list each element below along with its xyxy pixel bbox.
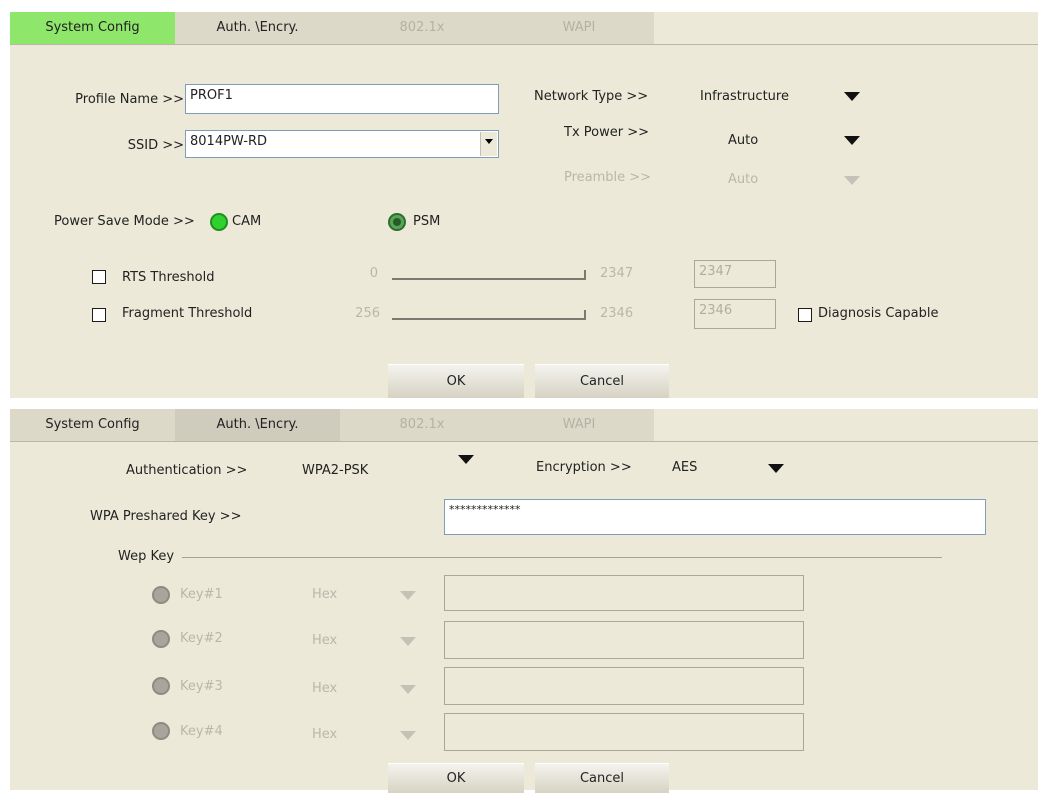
authentication-dropdown-icon[interactable] bbox=[458, 455, 474, 464]
authentication-value[interactable]: WPA2-PSK bbox=[302, 463, 368, 478]
network-type-dropdown-icon[interactable] bbox=[844, 92, 860, 101]
key2-format: Hex bbox=[312, 633, 338, 648]
rts-max-label: 2347 bbox=[600, 266, 634, 281]
diagnosis-capable-label: Diagnosis Capable bbox=[818, 306, 939, 321]
rts-min-label: 0 bbox=[369, 266, 378, 281]
rts-value-field: 2347 bbox=[694, 260, 776, 288]
psm-radio[interactable] bbox=[388, 213, 406, 231]
fragment-slider-track bbox=[392, 318, 584, 320]
tab-system-config[interactable]: System Config bbox=[10, 409, 175, 441]
tab-system-config[interactable]: System Config bbox=[10, 12, 175, 44]
preamble-value: Auto bbox=[728, 172, 759, 187]
key1-format-dropdown-icon bbox=[400, 591, 416, 600]
system-config-panel: System Config Auth. \Encry. 802.1x WAPI … bbox=[10, 12, 1038, 398]
ssid-value: 8014PW-RD bbox=[190, 134, 267, 149]
fragment-value-field: 2346 bbox=[694, 299, 776, 329]
network-type-value[interactable]: Infrastructure bbox=[700, 89, 789, 104]
wpa-preshared-key-input[interactable]: ************* bbox=[444, 499, 986, 535]
profile-name-input[interactable]: PROF1 bbox=[185, 84, 499, 114]
tab-wapi: WAPI bbox=[504, 12, 654, 44]
preamble-label: Preamble >> bbox=[564, 170, 652, 185]
tab-bar: System Config Auth. \Encry. 802.1x WAPI bbox=[10, 12, 1038, 45]
key3-label: Key#3 bbox=[180, 679, 223, 694]
profile-name-label: Profile Name >> bbox=[75, 92, 184, 107]
network-type-label: Network Type >> bbox=[534, 89, 649, 104]
auth-encry-panel: System Config Auth. \Encry. 802.1x WAPI … bbox=[10, 409, 1038, 793]
fragment-max-label: 2346 bbox=[600, 306, 634, 321]
key4-format-dropdown-icon bbox=[400, 731, 416, 740]
preamble-dropdown-icon bbox=[844, 176, 860, 185]
wep-key-group-label: Wep Key bbox=[118, 549, 175, 564]
diagnosis-capable-checkbox[interactable] bbox=[798, 308, 812, 322]
fragment-threshold-checkbox[interactable] bbox=[92, 308, 106, 322]
encryption-value[interactable]: AES bbox=[672, 460, 697, 475]
fragment-threshold-label: Fragment Threshold bbox=[122, 306, 253, 321]
tab-bar: System Config Auth. \Encry. 802.1x WAPI bbox=[10, 409, 1038, 442]
key4-label: Key#4 bbox=[180, 724, 223, 739]
fragment-slider-handle bbox=[580, 310, 586, 320]
authentication-label: Authentication >> bbox=[126, 463, 248, 478]
cancel-button[interactable]: Cancel bbox=[535, 364, 669, 398]
wpa-preshared-key-label: WPA Preshared Key >> bbox=[90, 509, 242, 524]
tx-power-label: Tx Power >> bbox=[564, 125, 649, 140]
tab-wapi: WAPI bbox=[504, 409, 654, 441]
cam-radio[interactable] bbox=[210, 213, 228, 231]
key4-radio bbox=[152, 722, 170, 740]
tab-8021x: 802.1x bbox=[340, 409, 504, 441]
key3-radio bbox=[152, 677, 170, 695]
cancel-button[interactable]: Cancel bbox=[535, 763, 669, 793]
rts-slider-track bbox=[392, 278, 584, 280]
key2-radio bbox=[152, 630, 170, 648]
tab-auth-encry[interactable]: Auth. \Encry. bbox=[175, 409, 340, 441]
tx-power-value[interactable]: Auto bbox=[728, 133, 758, 148]
key4-format: Hex bbox=[312, 727, 338, 742]
key1-input bbox=[444, 575, 804, 611]
key3-input bbox=[444, 667, 804, 705]
key1-format: Hex bbox=[312, 587, 338, 602]
encryption-dropdown-icon[interactable] bbox=[768, 464, 784, 473]
rts-threshold-label: RTS Threshold bbox=[122, 270, 215, 285]
key1-label: Key#1 bbox=[180, 587, 223, 602]
fragment-min-label: 256 bbox=[355, 306, 380, 321]
ok-button[interactable]: OK bbox=[388, 763, 524, 793]
chevron-down-icon[interactable] bbox=[480, 132, 497, 156]
wep-key-group-divider bbox=[182, 557, 942, 558]
key1-radio bbox=[152, 586, 170, 604]
psm-label: PSM bbox=[413, 214, 441, 229]
rts-threshold-checkbox[interactable] bbox=[92, 270, 106, 284]
key2-label: Key#2 bbox=[180, 631, 223, 646]
key2-format-dropdown-icon bbox=[400, 637, 416, 646]
ssid-label: SSID >> bbox=[127, 138, 184, 153]
key3-format: Hex bbox=[312, 681, 338, 696]
tab-auth-encry[interactable]: Auth. \Encry. bbox=[175, 12, 340, 44]
key4-input bbox=[444, 713, 804, 751]
ssid-combobox[interactable]: 8014PW-RD bbox=[185, 130, 499, 158]
power-save-label: Power Save Mode >> bbox=[54, 214, 195, 229]
key2-input bbox=[444, 621, 804, 659]
encryption-label: Encryption >> bbox=[536, 460, 632, 475]
tx-power-dropdown-icon[interactable] bbox=[844, 136, 860, 145]
rts-slider-handle bbox=[580, 270, 586, 280]
key3-format-dropdown-icon bbox=[400, 685, 416, 694]
cam-label: CAM bbox=[232, 214, 262, 229]
ok-button[interactable]: OK bbox=[388, 364, 524, 398]
tab-8021x: 802.1x bbox=[340, 12, 504, 44]
